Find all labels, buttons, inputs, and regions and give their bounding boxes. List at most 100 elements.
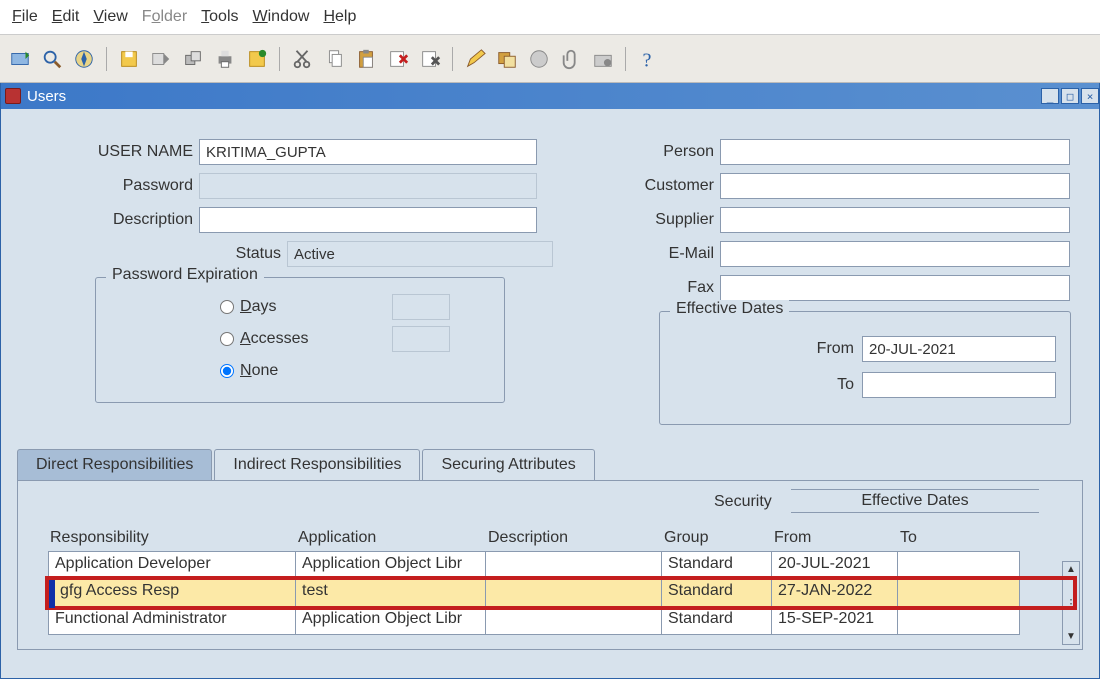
user-name-field[interactable] [199,139,537,165]
cell-sec[interactable]: Standard [662,551,772,579]
cell-to[interactable] [898,579,1020,607]
navigator-icon[interactable] [70,45,98,73]
cell-to[interactable] [898,551,1020,579]
oracle-icon [5,88,21,104]
copy-icon[interactable] [320,45,348,73]
email-label: E-Mail [615,245,720,263]
user-name-label: USER NAME [27,143,199,161]
folder-tools-icon[interactable] [589,45,617,73]
col-description: Description [486,529,662,551]
cell-from[interactable]: 15-SEP-2021 [772,607,898,635]
eff-from-field[interactable] [862,336,1056,362]
paperclip-icon[interactable] [557,45,585,73]
pw-exp-accesses-value[interactable] [392,326,450,352]
col-application: Application [296,529,486,551]
maximize-button[interactable]: □ [1061,88,1079,104]
supplier-label: Supplier [615,211,720,229]
person-field[interactable] [720,139,1070,165]
menu-file[interactable]: File [12,8,38,26]
tab-panel: Effective Dates Security Responsibility … [17,480,1083,650]
attachments-icon[interactable] [525,45,553,73]
table-row[interactable]: Application DeveloperApplication Object … [48,551,1074,579]
col-responsibility: Responsibility [48,529,296,551]
description-field[interactable] [199,207,537,233]
cut-icon[interactable] [288,45,316,73]
edit-field-icon[interactable] [461,45,489,73]
grid-body: Application DeveloperApplication Object … [48,551,1074,635]
menu-folder[interactable]: Folder [142,8,187,26]
cell-desc[interactable] [486,579,662,607]
find-icon[interactable] [38,45,66,73]
email-field[interactable] [720,241,1070,267]
col-from: From [772,529,898,551]
col-security-group: Group [662,529,772,551]
help-icon[interactable]: ? [634,45,662,73]
pw-exp-none-radio[interactable] [220,364,234,378]
eff-from-label: From [674,340,862,358]
person-label: Person [615,143,720,161]
grid-eff-dates-label: Effective Dates [861,492,968,509]
pw-exp-accesses-radio[interactable] [220,332,234,346]
toolbar: ? [0,35,1100,83]
minimize-button[interactable]: _ [1041,88,1059,104]
cell-to[interactable] [898,607,1020,635]
cell-resp[interactable]: gfg Access Resp [48,579,296,607]
tab-securing-attributes[interactable]: Securing Attributes [422,449,594,480]
pw-exp-days-value[interactable] [392,294,450,320]
translate-icon[interactable] [493,45,521,73]
password-expiration-legend: Password Expiration [106,266,264,284]
delete-icon[interactable] [416,45,444,73]
tab-direct-responsibilities[interactable]: Direct Responsibilities [17,449,212,480]
scroll-down-icon[interactable]: ▼ [1066,631,1076,642]
paste-icon[interactable] [352,45,380,73]
cell-from[interactable]: 20-JUL-2021 [772,551,898,579]
window-titlebar: Users _ □ × [1,83,1099,109]
close-form-icon[interactable] [243,45,271,73]
tabs-container: Direct Responsibilities Indirect Respons… [17,449,1083,650]
cell-app[interactable]: Application Object Libr [296,607,486,635]
print-icon[interactable] [211,45,239,73]
tab-indirect-responsibilities[interactable]: Indirect Responsibilities [214,449,420,480]
grid-header: Responsibility Application Description G… [48,529,1074,551]
status-field[interactable] [287,241,553,267]
password-field[interactable] [199,173,537,199]
customer-field[interactable] [720,173,1070,199]
cell-from[interactable]: 27-JAN-2022 [772,579,898,607]
cell-desc[interactable] [486,551,662,579]
menu-view[interactable]: View [93,8,127,26]
pw-exp-none-label: None [240,362,278,380]
menu-help[interactable]: Help [323,8,356,26]
scroll-up-icon[interactable]: ▲ [1066,564,1076,575]
cell-sec[interactable]: Standard [662,579,772,607]
window-title: Users [27,88,66,105]
fax-field[interactable] [720,275,1070,301]
new-icon[interactable] [6,45,34,73]
eff-to-field[interactable] [862,372,1056,398]
menu-edit[interactable]: Edit [52,8,80,26]
next-step-icon[interactable] [147,45,175,73]
menu-window[interactable]: Window [253,8,310,26]
table-row[interactable]: Functional AdministratorApplication Obje… [48,607,1074,635]
switch-resp-icon[interactable] [179,45,207,73]
cell-desc[interactable] [486,607,662,635]
cell-resp[interactable]: Application Developer [48,551,296,579]
close-button[interactable]: × [1081,88,1099,104]
table-row[interactable]: gfg Access Resptest Standard27-JAN-2022 [48,579,1074,607]
pw-exp-days-radio[interactable] [220,300,234,314]
password-label: Password [27,177,199,195]
menu-bar: File Edit View Folder Tools Window Help [0,0,1100,35]
cell-resp[interactable]: Functional Administrator [48,607,296,635]
customer-label: Customer [615,177,720,195]
effective-dates-legend: Effective Dates [670,300,789,318]
menu-tools[interactable]: Tools [201,8,238,26]
eff-to-label: To [674,376,862,394]
col-to: To [898,529,1020,551]
save-icon[interactable] [115,45,143,73]
users-window: Users _ □ × USER NAME Password Descripti… [0,83,1100,679]
cell-app[interactable]: test [296,579,486,607]
clear-record-icon[interactable] [384,45,412,73]
cell-sec[interactable]: Standard [662,607,772,635]
pw-exp-days-label: Days [240,298,276,316]
cell-app[interactable]: Application Object Libr [296,551,486,579]
supplier-field[interactable] [720,207,1070,233]
